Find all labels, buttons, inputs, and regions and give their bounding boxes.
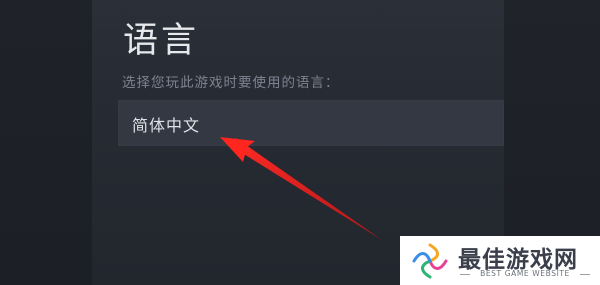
language-prompt: 选择您玩此游戏时要使用的语言： (122, 75, 340, 91)
page-title: 语言 (123, 21, 200, 61)
left-background (0, 0, 92, 285)
language-dropdown[interactable]: 简体中文 (118, 100, 504, 146)
watermark-subtitle: BEST GAME WEBSITE (460, 269, 590, 278)
selected-language-label: 简体中文 (132, 116, 201, 135)
site-watermark: 最佳游戏网 BEST GAME WEBSITE (400, 236, 600, 285)
site-logo-icon (412, 243, 448, 279)
